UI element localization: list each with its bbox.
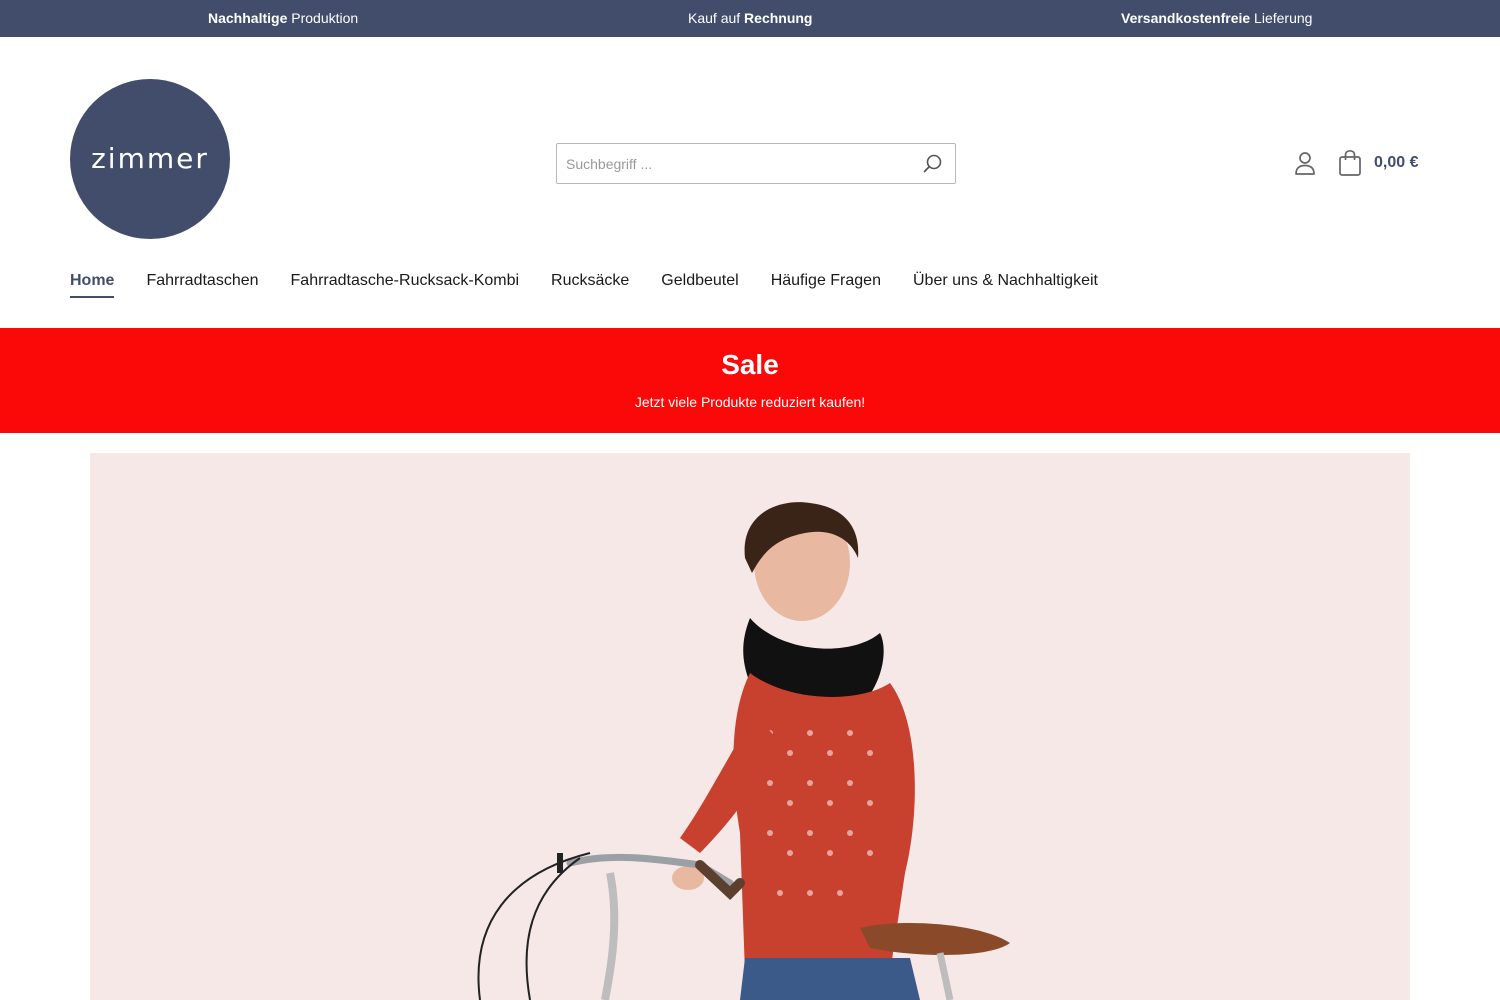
cart-button[interactable]: 0,00 € (1338, 148, 1418, 178)
hero-image[interactable] (90, 453, 1410, 1000)
nav-item-fahrradtasche-rucksack-kombi[interactable]: Fahrradtasche-Rucksack-Kombi (291, 272, 520, 298)
search-form (556, 143, 956, 184)
nav-item-home[interactable]: Home (70, 272, 115, 298)
nav-item-ueber-uns[interactable]: Über uns & Nachhaltigkeit (913, 272, 1098, 298)
account-button[interactable] (1293, 150, 1317, 176)
sale-banner[interactable]: Sale Jetzt viele Produkte reduziert kauf… (0, 328, 1500, 433)
usp-bar: Nachhaltige Produktion Kauf auf Rechnung… (0, 0, 1500, 37)
logo-text: zimmer (91, 141, 209, 175)
sale-subtitle: Jetzt viele Produkte reduziert kaufen! (634, 394, 866, 410)
nav-item-fahrradtaschen[interactable]: Fahrradtaschen (146, 272, 258, 298)
search-input[interactable] (566, 153, 906, 175)
sale-title: Sale (721, 349, 779, 380)
search-button[interactable] (921, 152, 945, 176)
user-icon (1295, 152, 1315, 175)
search-icon (923, 154, 942, 173)
nav-item-rucksaecke[interactable]: Rucksäcke (551, 272, 629, 298)
nav-item-geldbeutel[interactable]: Geldbeutel (661, 272, 738, 298)
logo-home-link[interactable]: zimmer (70, 79, 230, 239)
usp-invoice-purchase: Kauf auf Rechnung (688, 10, 813, 26)
shopping-bag-icon (1339, 149, 1361, 176)
main-navigation: Home Fahrradtaschen Fahrradtasche-Rucksa… (70, 272, 1130, 298)
usp-sustainable-production: Nachhaltige Produktion (208, 10, 359, 26)
nav-item-haeufige-fragen[interactable]: Häufige Fragen (771, 272, 881, 298)
cart-total: 0,00 € (1374, 154, 1419, 171)
usp-free-shipping: Versandkostenfreie Lieferung (1121, 10, 1313, 26)
hero-illustration-woman-with-bicycle (90, 453, 1410, 1000)
